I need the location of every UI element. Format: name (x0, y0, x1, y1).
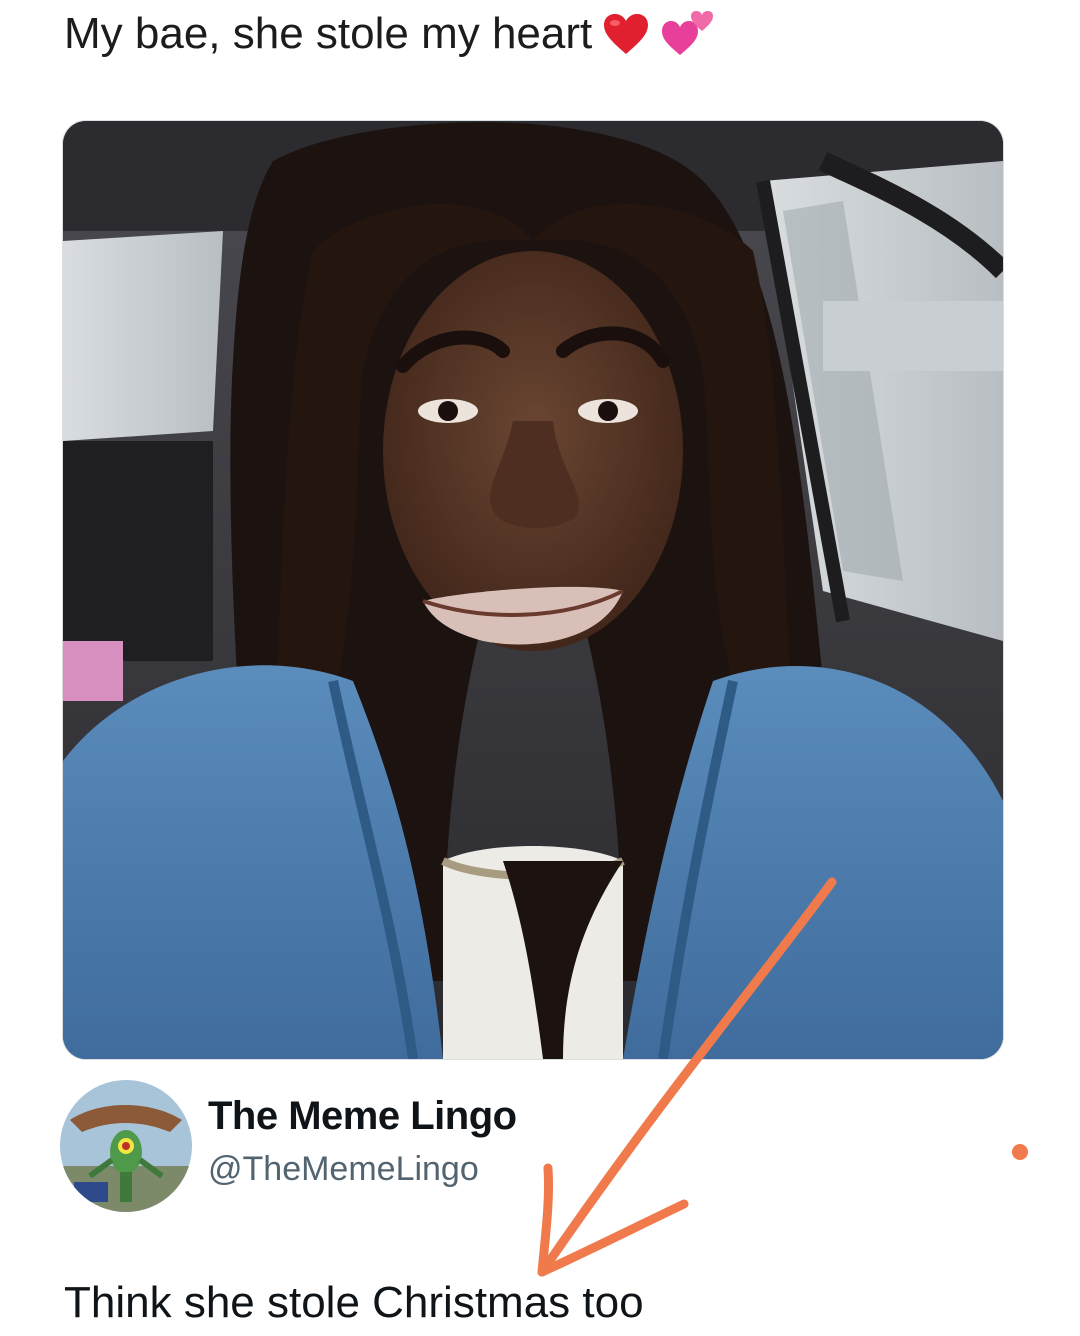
post-caption: My bae, she stole my heart (64, 6, 716, 62)
post-photo[interactable] (62, 120, 1004, 1060)
annotation-dot-icon (1012, 1144, 1028, 1160)
reply-text: Think she stole Christmas too (64, 1278, 644, 1327)
post-caption-text: My bae, she stole my heart (64, 9, 593, 58)
selfie-illustration (63, 121, 1003, 1059)
plankton-avatar-icon (60, 1080, 192, 1212)
red-heart-icon (602, 12, 650, 56)
author-display-name[interactable]: The Meme Lingo (208, 1094, 517, 1139)
avatar[interactable] (60, 1080, 192, 1212)
reply-author[interactable]: The Meme Lingo @TheMemeLingo (60, 1080, 660, 1220)
two-hearts-icon (660, 9, 716, 59)
author-handle[interactable]: @TheMemeLingo (208, 1150, 479, 1189)
